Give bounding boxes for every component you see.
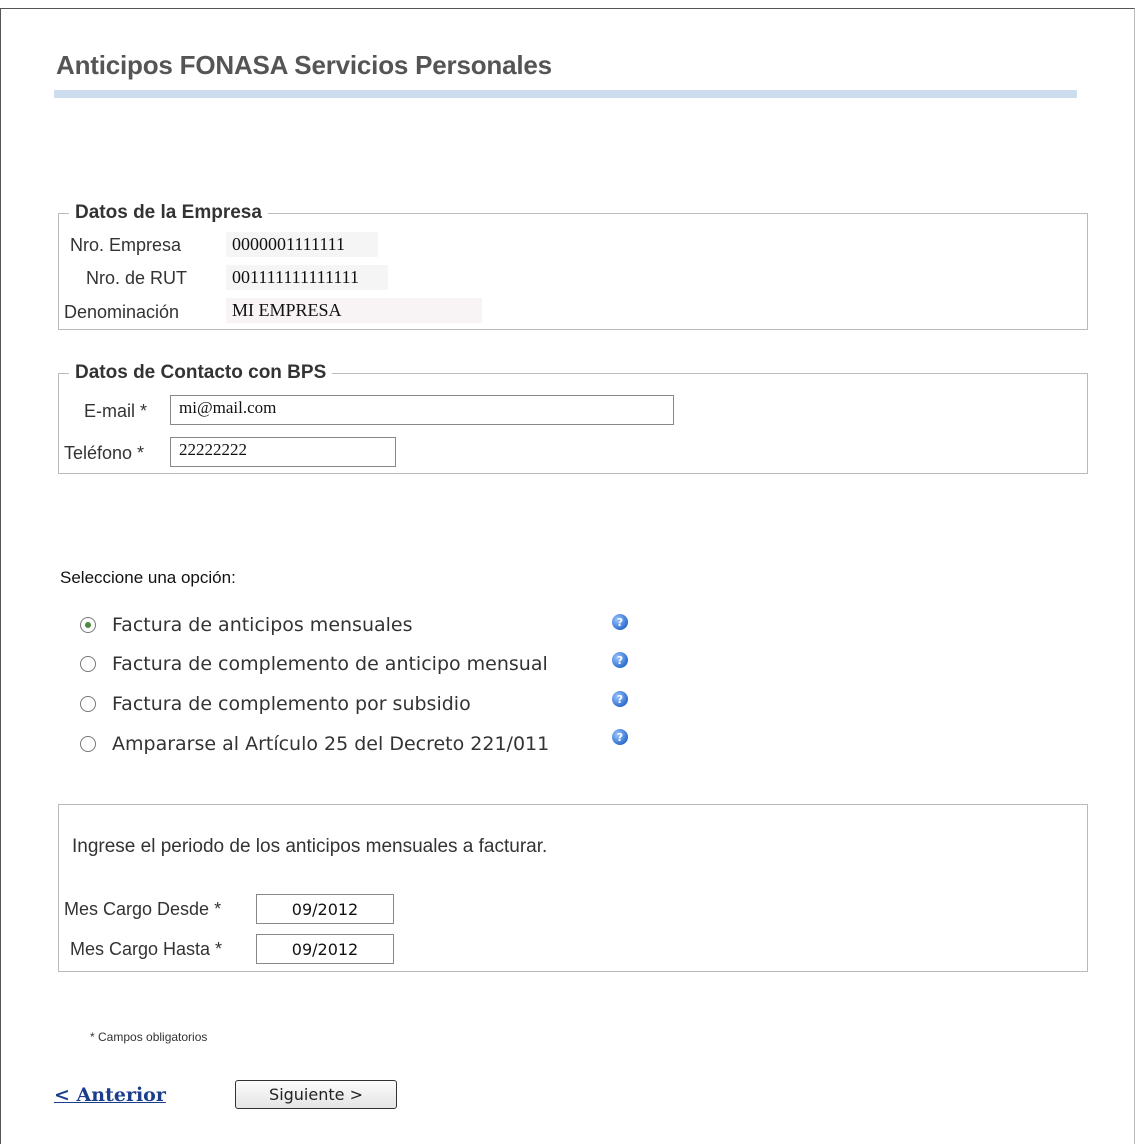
mes-desde-label: Mes Cargo Desde * <box>64 899 222 919</box>
periodo-instruction: Ingrese el periodo de los anticipos mens… <box>72 836 548 857</box>
denominacion-value: MI EMPRESA <box>226 298 482 323</box>
help-icon[interactable]: ? <box>612 652 628 668</box>
radio-button[interactable] <box>80 656 96 672</box>
radio-button[interactable] <box>80 736 96 752</box>
option-articulo-25[interactable]: Ampararse al Artículo 25 del Decreto 221… <box>80 729 549 759</box>
email-label: E-mail * <box>84 401 148 421</box>
mes-hasta-field[interactable]: 09/2012 <box>256 934 394 964</box>
option-anticipos-mensuales[interactable]: Factura de anticipos mensuales <box>80 610 413 640</box>
option-label: Factura de complemento por subsidio <box>112 693 471 715</box>
email-field[interactable]: mi@mail.com <box>170 395 674 425</box>
telefono-label: Teléfono * <box>64 443 145 463</box>
contacto-legend: Datos de Contacto con BPS <box>75 362 327 383</box>
rut-value: 001111111111111 <box>226 265 388 290</box>
option-label: Ampararse al Artículo 25 del Decreto 221… <box>112 733 550 755</box>
empresa-legend: Datos de la Empresa <box>75 202 262 223</box>
help-icon[interactable]: ? <box>612 691 628 707</box>
option-complemento-subsidio[interactable]: Factura de complemento por subsidio <box>80 689 471 719</box>
radio-button[interactable] <box>80 617 96 633</box>
empresa-section: Datos de la Empresa <box>58 202 1088 330</box>
next-button[interactable]: Siguiente > <box>235 1080 397 1109</box>
radio-selected-dot <box>85 622 91 628</box>
page-title: Anticipos FONASA Servicios Personales <box>56 50 552 80</box>
help-icon[interactable]: ? <box>612 729 628 745</box>
telefono-field[interactable]: 22222222 <box>170 437 396 467</box>
rut-label: Nro. de RUT <box>86 268 188 288</box>
title-underline <box>54 90 1077 98</box>
denominacion-label: Denominación <box>64 302 180 322</box>
option-label: Factura de anticipos mensuales <box>112 614 413 636</box>
option-label: Factura de complemento de anticipo mensu… <box>112 653 548 675</box>
radio-button[interactable] <box>80 696 96 712</box>
help-icon[interactable]: ? <box>612 614 628 630</box>
mes-hasta-label: Mes Cargo Hasta * <box>70 939 223 959</box>
nro-empresa-label: Nro. Empresa <box>70 235 182 255</box>
nro-empresa-value: 0000001111111 <box>226 232 378 257</box>
option-complemento-anticipo[interactable]: Factura de complemento de anticipo mensu… <box>80 649 548 679</box>
required-note: * Campos obligatorios <box>90 1030 208 1044</box>
previous-link[interactable]: < Anterior <box>54 1084 166 1106</box>
mes-desde-field[interactable]: 09/2012 <box>256 894 394 924</box>
options-heading: Seleccione una opción: <box>60 568 236 587</box>
